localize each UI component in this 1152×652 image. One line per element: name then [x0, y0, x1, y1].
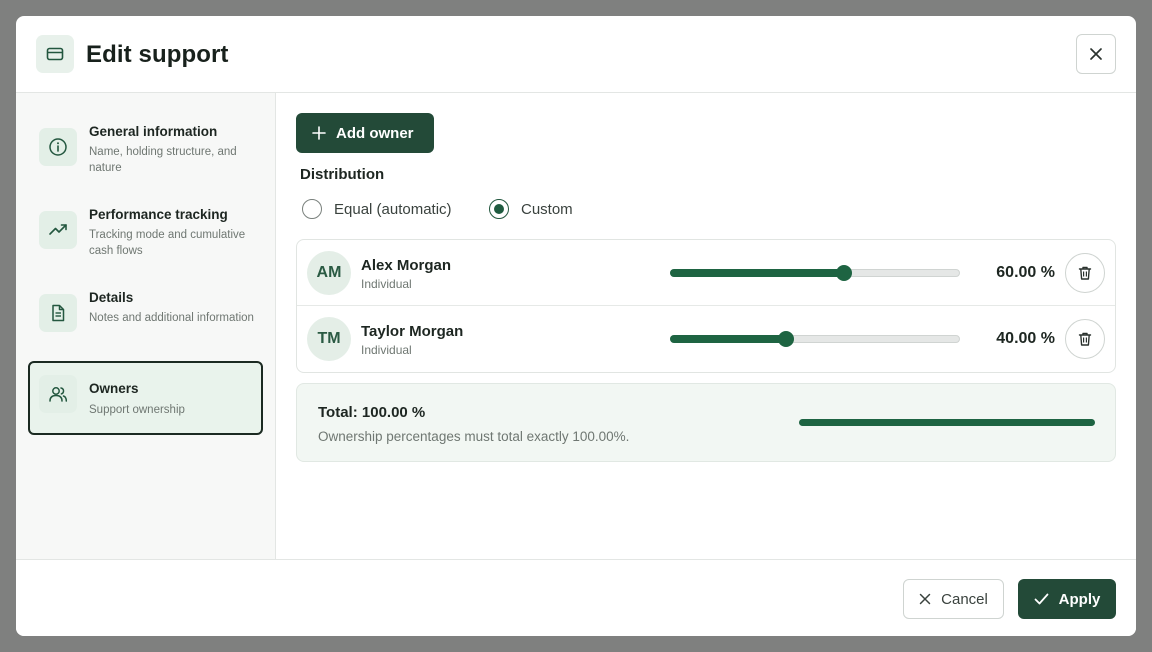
trash-icon — [1078, 266, 1092, 280]
avatar: AM — [307, 251, 351, 295]
dialog-footer: Cancel Apply — [16, 559, 1136, 636]
apply-button[interactable]: Apply — [1018, 579, 1116, 619]
owner-percent: 60.00 % — [996, 264, 1055, 281]
cancel-button[interactable]: Cancel — [903, 579, 1004, 619]
slider-thumb[interactable] — [778, 331, 795, 347]
total-label: Total: 100.00 % — [318, 404, 426, 421]
dialog-header: Edit support — [16, 16, 1136, 93]
trend-up-icon — [39, 211, 77, 249]
sidebar-item-desc: Notes and additional information — [89, 312, 254, 324]
sidebar-item-desc: Tracking mode and cumulative cash flows — [89, 229, 246, 257]
distribution-option-label: Equal (automatic) — [334, 200, 452, 218]
radio-unchecked[interactable] — [302, 199, 322, 219]
distribution-option-custom[interactable]: Custom — [489, 199, 573, 219]
sidebar-item-general-information[interactable]: General information Name, holding struct… — [28, 114, 263, 188]
ownership-slider[interactable] — [670, 265, 960, 281]
plus-icon — [312, 126, 326, 140]
slider-thumb[interactable] — [835, 265, 852, 281]
distribution-option-label: Custom — [521, 200, 573, 218]
owners-panel: Add owner Distribution Equal (automatic)… — [277, 93, 1136, 559]
owner-name: Alex Morgan — [361, 257, 452, 274]
sidebar-item-title: Owners — [89, 381, 139, 396]
total-progress-bar — [799, 419, 1095, 426]
sidebar-item-title: Details — [89, 290, 134, 305]
distribution-label: Distribution — [300, 166, 385, 183]
delete-owner-button[interactable] — [1065, 319, 1105, 359]
edit-support-dialog: Edit support General information Name, h… — [16, 16, 1136, 636]
avatar: TM — [307, 317, 351, 361]
apply-label: Apply — [1058, 590, 1101, 608]
close-button[interactable] — [1076, 34, 1116, 74]
sidebar-item-title: General information — [89, 124, 218, 139]
owner-type: Individual — [361, 343, 412, 357]
owners-list: AM Alex Morgan Individual 60.00 % TM Tay… — [296, 239, 1116, 373]
close-icon — [1090, 48, 1102, 60]
check-icon — [1034, 593, 1049, 605]
owner-row: AM Alex Morgan Individual 60.00 % — [297, 240, 1115, 306]
sidebar-item-desc: Name, holding structure, and nature — [89, 146, 237, 174]
sidebar-item-details[interactable]: Details Notes and additional information — [28, 280, 263, 354]
trash-icon — [1078, 332, 1092, 346]
info-icon — [39, 128, 77, 166]
dialog-title: Edit support — [86, 41, 229, 68]
sidebar-item-performance-tracking[interactable]: Performance tracking Tracking mode and c… — [28, 197, 263, 271]
radio-checked[interactable] — [489, 199, 509, 219]
document-icon — [39, 294, 77, 332]
add-owner-button[interactable]: Add owner — [296, 113, 434, 153]
card-icon — [36, 35, 74, 73]
add-owner-label: Add owner — [336, 124, 414, 142]
sidebar-item-desc: Support ownership — [89, 404, 185, 416]
owner-percent: 40.00 % — [996, 330, 1055, 347]
total-summary: Total: 100.00 % Ownership percentages mu… — [296, 383, 1116, 462]
distribution-option-equal[interactable]: Equal (automatic) — [302, 199, 452, 219]
close-icon — [919, 593, 931, 605]
ownership-slider[interactable] — [670, 331, 960, 347]
owner-row: TM Taylor Morgan Individual 40.00 % — [297, 306, 1115, 372]
total-progress-fill — [799, 419, 1095, 426]
owner-type: Individual — [361, 277, 412, 291]
delete-owner-button[interactable] — [1065, 253, 1105, 293]
total-hint: Ownership percentages must total exactly… — [318, 429, 630, 444]
cancel-label: Cancel — [941, 590, 988, 608]
owner-name: Taylor Morgan — [361, 323, 464, 340]
sidebar: General information Name, holding struct… — [16, 93, 276, 559]
sidebar-item-owners[interactable]: Owners Support ownership — [28, 361, 263, 435]
sidebar-item-title: Performance tracking — [89, 207, 228, 222]
users-icon — [39, 375, 77, 413]
